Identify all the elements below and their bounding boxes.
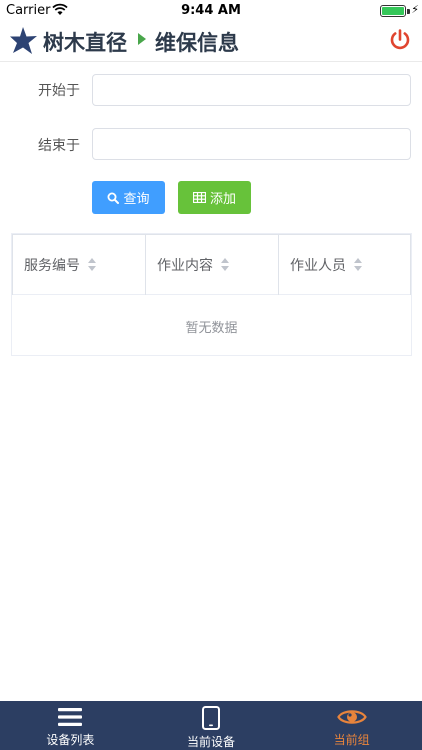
column-header-work-content[interactable]: 作业内容 — [146, 234, 279, 295]
add-button[interactable]: 添加 — [178, 181, 251, 214]
eye-icon — [336, 710, 367, 724]
column-label: 作业内容 — [157, 258, 213, 274]
table-header: 服务编号 作业内容 作业人员 — [12, 234, 411, 295]
app-header: 树木直径 维保信息 — [0, 22, 422, 62]
query-button[interactable]: 查询 — [92, 181, 165, 214]
power-icon[interactable] — [388, 28, 412, 52]
tab-current-group[interactable]: 当前组 — [281, 701, 422, 750]
table-icon — [192, 192, 206, 203]
app-title: 树木直径 — [43, 31, 127, 55]
clock: 9:44 AM — [181, 3, 241, 18]
star-logo-icon — [10, 27, 37, 54]
maintenance-table: 服务编号 作业内容 作业人员 暂无数据 — [11, 233, 412, 356]
tab-device-list[interactable]: 设备列表 — [0, 701, 141, 750]
add-button-label: 添加 — [209, 192, 236, 207]
column-label: 服务编号 — [24, 258, 80, 274]
search-icon — [107, 192, 120, 204]
column-header-operator[interactable]: 作业人员 — [279, 234, 411, 295]
battery-icon — [380, 5, 406, 17]
bottom-tab-bar: 设备列表 当前设备 当前组 — [0, 701, 422, 750]
status-bar: Carrier 9:44 AM ⚡ — [0, 0, 422, 22]
list-icon — [58, 708, 83, 726]
tab-label: 设备列表 — [46, 733, 95, 747]
sort-icon[interactable] — [88, 258, 97, 272]
page-title: 维保信息 — [155, 31, 239, 55]
breadcrumb-arrow-icon — [138, 33, 146, 45]
start-date-label: 开始于 — [38, 83, 80, 99]
tab-label: 当前设备 — [187, 735, 236, 749]
end-date-input[interactable] — [92, 128, 411, 160]
charging-icon: ⚡ — [411, 3, 419, 16]
end-date-label: 结束于 — [38, 138, 80, 154]
tablet-icon — [202, 706, 220, 730]
sort-icon[interactable] — [221, 258, 230, 272]
column-label: 作业人员 — [290, 258, 346, 274]
tab-current-device[interactable]: 当前设备 — [141, 701, 282, 750]
query-button-label: 查询 — [123, 192, 150, 207]
tab-label: 当前组 — [333, 733, 370, 747]
empty-state-text: 暂无数据 — [185, 320, 238, 336]
start-date-input[interactable] — [92, 74, 411, 106]
sort-icon[interactable] — [354, 258, 363, 272]
column-header-service-no[interactable]: 服务编号 — [12, 234, 146, 295]
